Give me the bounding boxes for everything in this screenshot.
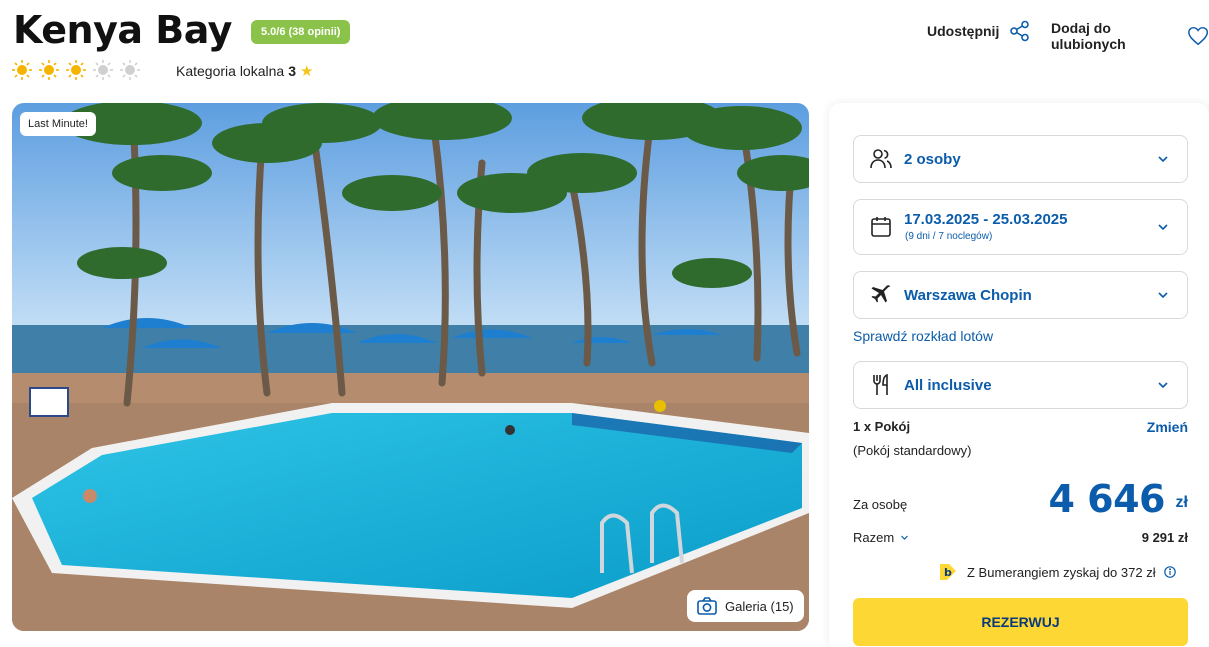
reserve-button[interactable]: REZERWUJ: [853, 598, 1188, 646]
rating-badge[interactable]: 5.0/6 (38 opinii): [251, 20, 351, 44]
departure-select[interactable]: Warszawa Chopin: [853, 271, 1188, 319]
room-count: 1 x Pokój: [853, 419, 911, 434]
local-category-value: 3: [288, 63, 296, 79]
hotel-title: Kenya Bay: [13, 8, 232, 52]
persons-icon: [870, 149, 892, 169]
airplane-icon: [871, 285, 891, 303]
departure-value: Warszawa Chopin: [904, 287, 1032, 304]
chevron-down-icon: [1158, 156, 1168, 163]
gallery-label: Galeria (15): [725, 598, 794, 614]
cutlery-icon: [873, 373, 888, 395]
favorite-button[interactable]: Dodaj do ulubionych: [1051, 20, 1209, 52]
calendar-icon: [871, 217, 891, 237]
bumerang-text: Z Bumerangiem zyskaj do 372 zł: [967, 564, 1156, 580]
board-value: All inclusive: [904, 377, 992, 394]
gallery-button[interactable]: Galeria (15): [687, 590, 804, 622]
chevron-down-icon: [1158, 224, 1168, 231]
price-per-person: 4 646: [1048, 477, 1166, 521]
hotel-stars: [11, 59, 141, 81]
bumerang-info: b Z Bumerangiem zyskaj do 372 zł: [937, 561, 1176, 583]
room-change-link[interactable]: Zmień: [1147, 419, 1188, 435]
bumerang-logo-icon: b: [940, 564, 956, 580]
last-minute-badge: Last Minute!: [20, 112, 96, 136]
per-person-label: Za osobę: [853, 497, 908, 512]
star-icon: ★: [299, 62, 314, 80]
info-icon[interactable]: [1163, 566, 1176, 578]
board-select[interactable]: All inclusive: [853, 361, 1188, 409]
persons-select[interactable]: 2 osoby: [853, 135, 1188, 183]
dates-sub: (9 dni / 7 noclegów): [905, 231, 993, 242]
total-toggle[interactable]: Razem: [853, 530, 909, 545]
camera-icon: [697, 597, 717, 615]
chevron-down-icon: [901, 535, 909, 540]
hotel-photo[interactable]: [12, 103, 809, 631]
flight-schedule-link[interactable]: Sprawdź rozkład lotów: [853, 328, 993, 344]
dates-value: 17.03.2025 - 25.03.2025: [904, 211, 1068, 228]
svg-text:b: b: [944, 566, 952, 579]
persons-value: 2 osoby: [904, 151, 961, 168]
price-currency: zł: [1175, 494, 1188, 511]
share-label: Udostępnij: [927, 23, 1000, 39]
favorite-label: Dodaj do ulubionych: [1051, 20, 1126, 52]
chevron-down-icon: [1158, 382, 1168, 389]
local-category-label: Kategoria lokalna: [176, 63, 285, 79]
local-category: Kategoria lokalna 3 ★: [176, 63, 313, 79]
star-sun-inactive-icon: [120, 60, 140, 80]
room-type: (Pokój standardowy): [853, 443, 972, 458]
dates-select[interactable]: 17.03.2025 - 25.03.2025 (9 dni / 7 nocle…: [853, 199, 1188, 255]
heart-icon: [1187, 26, 1208, 46]
star-sun-inactive-icon: [93, 60, 113, 80]
total-label: Razem: [853, 530, 895, 545]
total-value: 9 291 zł: [1141, 530, 1188, 545]
chevron-down-icon: [1158, 292, 1168, 299]
star-sun-icon: [39, 60, 59, 80]
star-sun-icon: [12, 60, 32, 80]
share-icon: [1010, 20, 1030, 42]
share-button[interactable]: Udostępnij: [927, 20, 1031, 42]
star-sun-icon: [66, 60, 86, 80]
